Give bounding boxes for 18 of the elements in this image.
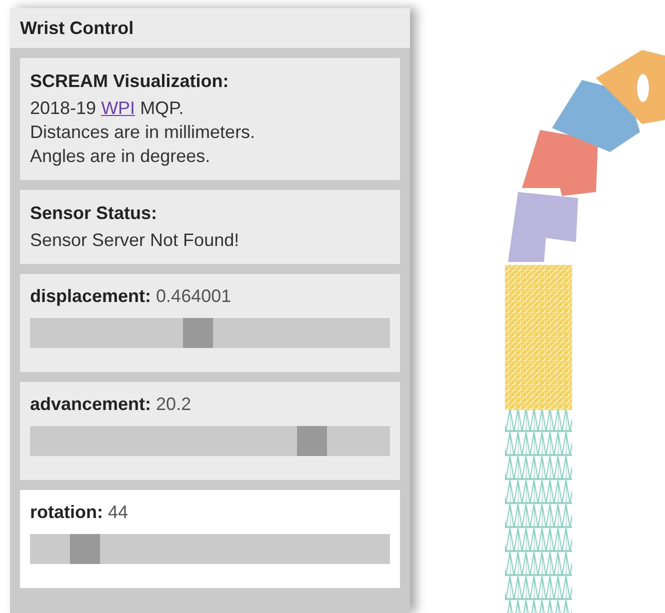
text-span: MQP. xyxy=(139,98,184,118)
slider[interactable] xyxy=(30,426,390,456)
slider-thumb[interactable] xyxy=(183,318,214,348)
slider[interactable] xyxy=(30,534,390,564)
slider[interactable] xyxy=(30,318,390,348)
slider-thumb[interactable] xyxy=(70,534,100,564)
slider-label: displacement: 0.464001 xyxy=(30,285,232,308)
slider-thumb[interactable] xyxy=(297,426,328,456)
slider-label: rotation: 44 xyxy=(30,501,130,524)
card-heading: SCREAM Visualization: xyxy=(30,70,230,93)
info-text: Distances are in millimeters. xyxy=(30,121,256,144)
info-text: Angles are in degrees. xyxy=(30,145,212,168)
status-message: Sensor Server Not Found! xyxy=(30,229,240,252)
slider-label: advancement: 20.2 xyxy=(30,393,192,416)
card-heading: Sensor Status: xyxy=(30,202,158,225)
panel-title: Wrist Control xyxy=(10,8,410,48)
link[interactable]: WPI xyxy=(101,98,136,118)
text-span: 2018-19 xyxy=(30,98,98,118)
